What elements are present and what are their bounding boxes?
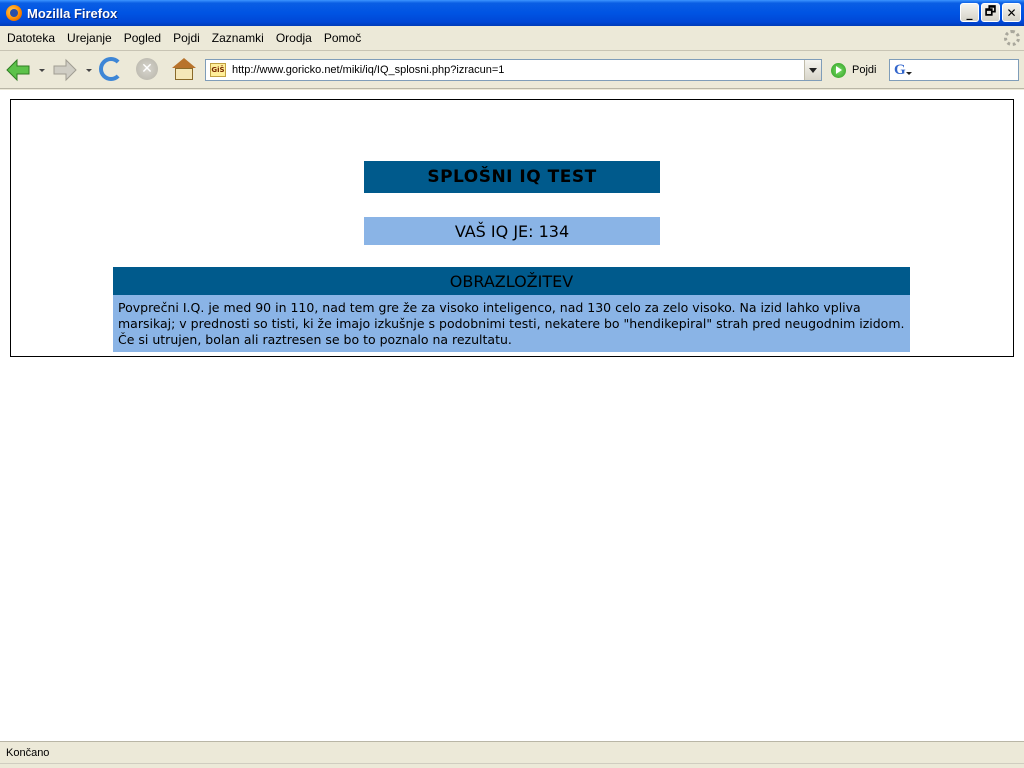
explanation-text: Povprečni I.Q. je med 90 in 110, nad tem…	[113, 295, 910, 352]
back-history-dropdown[interactable]	[39, 69, 45, 72]
menu-urejanje[interactable]: Urejanje	[63, 31, 120, 45]
browser-window: Mozilla Firefox _ 🗗 ✕ Datoteka Urejanje …	[0, 0, 1024, 768]
throbber-icon	[1004, 30, 1020, 46]
page-content: SPLOŠNI IQ TEST VAŠ IQ JE: 134 OBRAZLOŽI…	[0, 90, 1024, 741]
forward-history-dropdown[interactable]	[86, 69, 92, 72]
url-input[interactable]	[232, 64, 792, 76]
window-title: Mozilla Firefox	[27, 5, 118, 21]
iq-result: VAŠ IQ JE: 134	[364, 217, 660, 245]
window-controls: _ 🗗 ✕	[960, 3, 1021, 22]
home-icon[interactable]	[172, 58, 196, 80]
go-label: Pojdi	[852, 64, 877, 76]
explanation-header: OBRAZLOŽITEV	[113, 267, 910, 295]
close-button[interactable]: ✕	[1002, 3, 1021, 22]
menu-datoteka[interactable]: Datoteka	[3, 31, 63, 45]
url-history-dropdown[interactable]	[804, 60, 821, 80]
menu-pomoc[interactable]: Pomoč	[320, 31, 369, 45]
reload-icon[interactable]	[99, 57, 123, 81]
back-icon[interactable]	[5, 57, 31, 83]
menu-pojdi[interactable]: Pojdi	[169, 31, 208, 45]
url-bar[interactable]: GiŠ	[205, 59, 822, 81]
search-bar[interactable]: G	[889, 59, 1019, 81]
forward-icon[interactable]	[52, 57, 78, 83]
page-title: SPLOŠNI IQ TEST	[364, 161, 660, 193]
search-engine-icon[interactable]: G	[894, 62, 912, 79]
go-icon	[831, 62, 846, 78]
menu-pogled[interactable]: Pogled	[120, 31, 169, 45]
page-frame: SPLOŠNI IQ TEST VAŠ IQ JE: 134 OBRAZLOŽI…	[10, 99, 1014, 357]
title-bar[interactable]: Mozilla Firefox _ 🗗 ✕	[0, 0, 1024, 26]
stop-icon[interactable]: ✕	[136, 58, 158, 80]
maximize-button[interactable]: 🗗	[981, 3, 1000, 22]
site-favicon: GiŠ	[210, 63, 226, 77]
menu-zaznamki[interactable]: Zaznamki	[208, 31, 272, 45]
menu-bar: Datoteka Urejanje Pogled Pojdi Zaznamki …	[0, 26, 1024, 51]
status-bar: Končano	[0, 741, 1024, 763]
firefox-icon	[6, 5, 22, 21]
menu-orodja[interactable]: Orodja	[272, 31, 320, 45]
window-bottom-edge	[0, 763, 1024, 768]
search-input[interactable]	[915, 64, 1016, 76]
status-text: Končano	[6, 746, 50, 759]
minimize-button[interactable]: _	[960, 3, 979, 22]
go-button[interactable]: Pojdi	[831, 60, 876, 80]
